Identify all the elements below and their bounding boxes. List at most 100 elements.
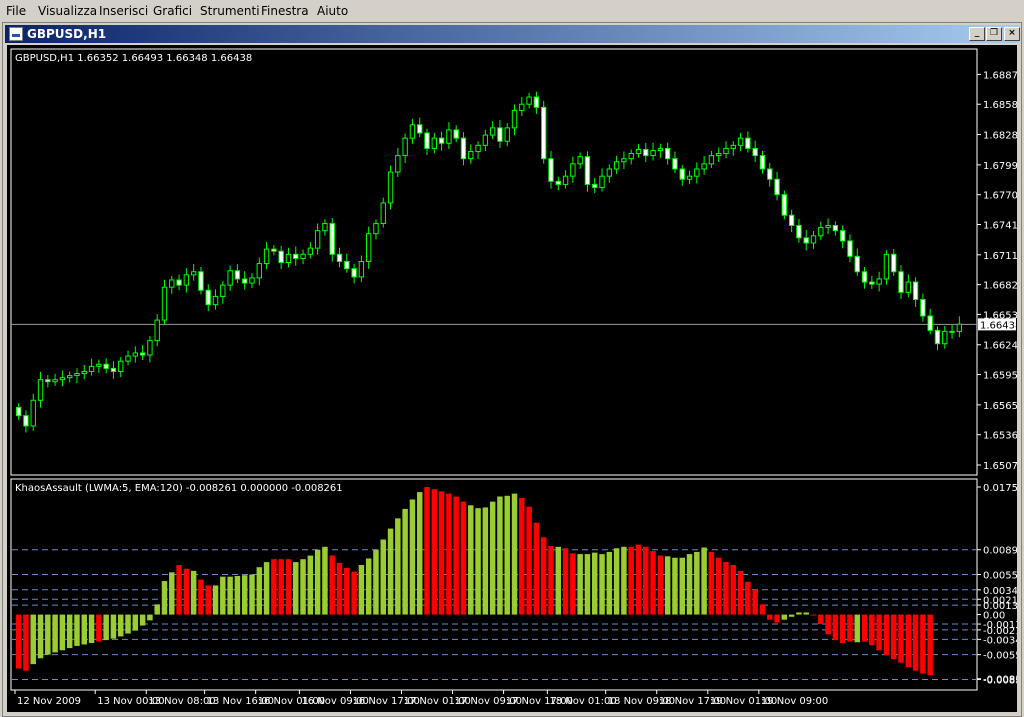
indicator-bar [694,551,700,615]
indicator-bar [468,505,474,615]
indicator-bar [314,549,321,615]
candle-body [409,124,416,139]
price-axis-label: 1.68870 [983,70,1017,81]
menu-finestra[interactable]: Finestra [261,3,309,19]
menu-aiuto[interactable]: Aiuto [317,3,348,19]
candle-body [395,155,401,173]
indicator-bar [861,614,868,642]
indicator-bar [839,614,846,644]
indicator-bar [548,546,554,615]
indicator-bar [81,614,88,645]
candle-body [227,270,233,286]
window-title: GBPUSD,H1 [27,27,107,41]
indicator-bar [373,549,379,615]
candle-body [723,147,729,155]
indicator-bar [788,614,795,617]
indicator-bar [715,557,722,615]
candle-body [657,147,664,151]
menu-grafici[interactable]: Grafici [153,3,192,19]
indicator-bar [387,528,394,615]
menu-visualizza[interactable]: Visualizza [38,3,97,19]
indicator-bar [431,489,438,615]
candle-body [643,148,649,157]
candle-body [934,329,941,345]
indicator-bar [745,581,751,615]
candle-body [497,127,503,142]
indicator-bar [395,518,401,615]
candle-body [847,240,853,257]
indicator-axis-label: 0.0089 [983,546,1017,557]
restore-button[interactable]: ❐ [986,27,1002,41]
candle-body [96,363,102,367]
indicator-bar [533,522,540,615]
candle-body [81,370,87,375]
candle-body [139,352,146,356]
indicator-bar [132,614,139,631]
candle-body [745,137,751,149]
candle-body [548,158,554,182]
chart-window-icon [9,27,23,41]
chart-area[interactable]: 1.68870 1.68580 1.68285 1.67990 1.67700 1.674… [7,45,1017,712]
indicator-bar [686,554,693,615]
candle-body [832,225,839,232]
candle-body [489,127,496,136]
indicator-bar [139,614,146,626]
indicator-bar [898,614,904,663]
indicator-bar [212,585,219,615]
candle-body [854,255,860,273]
indicator-bar [336,562,343,615]
indicator-bar [365,558,372,615]
candle-body [373,222,379,235]
indicator-bar [504,495,510,615]
indicator-bar [526,506,532,615]
candle-body [285,253,292,264]
candle-body [344,260,350,270]
candle-body [446,129,452,144]
minimize-button[interactable]: _ [969,27,985,41]
indicator-bar [154,604,160,615]
indicator-bar [489,501,496,615]
indicator-bar [825,614,831,635]
price-axis-label: 1.66825 [983,281,1017,292]
price-axis-label: 1.67700 [983,191,1017,202]
candle-body [147,340,153,356]
price-axis-label: 1.68285 [983,131,1017,142]
indicator-bar [511,493,518,615]
candle-body [796,225,802,239]
candle-body [88,365,95,372]
menu-strumenti[interactable]: Strumenti [200,3,260,19]
candle-body [293,253,299,259]
candle-body [67,375,73,379]
candle-body [242,278,248,284]
indicator-bar [15,614,22,669]
candle-body [45,379,51,383]
indicator-bar [584,554,591,615]
candle-body [380,202,386,224]
close-button[interactable]: × [1004,27,1020,41]
window-titlebar[interactable]: GBPUSD,H1 _ ❐ × [5,25,1020,43]
indicator-bar [241,575,248,615]
indicator-axis-label: -0.008261 [983,675,1017,686]
candle-body [169,279,175,288]
candle-body [234,270,241,280]
candle-body [402,137,408,157]
menu-file[interactable]: File [6,3,26,19]
indicator-bar [74,614,80,646]
menu-inserisci[interactable]: Inserisci [99,3,148,19]
candle-body [365,233,372,262]
candle-body [672,158,678,170]
indicator-bar [869,614,875,646]
candle-body [701,163,707,170]
indicator-bar [446,493,452,615]
candle-body [869,281,875,285]
candle-body [183,274,190,286]
candle-body [839,230,846,242]
time-axis-label: 13 Nov 08:00 [148,696,215,707]
indicator-bar [453,496,459,615]
candle-body [912,281,919,301]
indicator-bar [300,559,306,615]
candle-body [883,253,890,280]
candle-body [30,399,36,427]
candle-body [861,271,868,283]
candle-body [322,222,328,232]
